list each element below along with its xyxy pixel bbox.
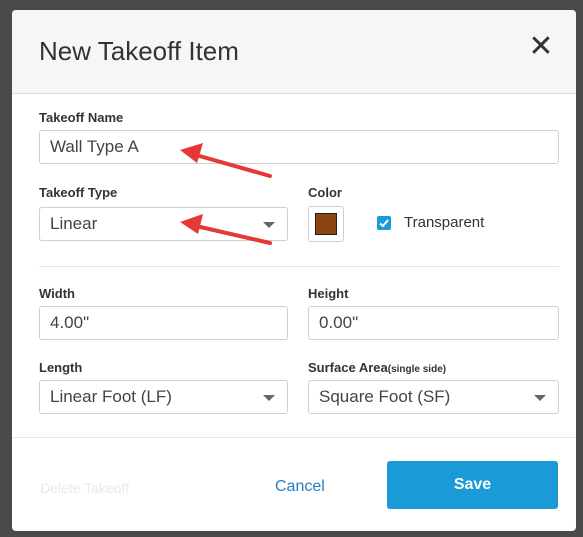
arrow-icon	[180, 143, 272, 178]
annotation-arrows	[180, 143, 272, 245]
arrow-icon	[180, 214, 272, 245]
